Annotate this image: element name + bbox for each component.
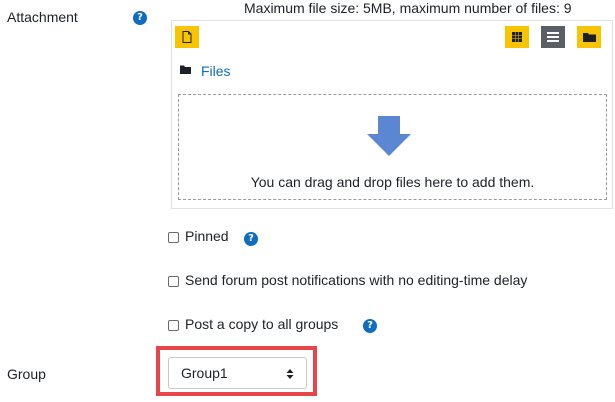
post-copy-checkbox[interactable]: [168, 320, 179, 331]
view-list-button[interactable]: [541, 26, 565, 48]
grid-icon: [512, 32, 522, 42]
attachment-help-icon[interactable]: ?: [133, 11, 147, 25]
select-arrows-icon: [286, 369, 294, 379]
dropzone-text: You can drag and drop files here to add …: [250, 174, 535, 190]
view-tree-button[interactable]: [577, 26, 601, 48]
post-copy-label: Post a copy to all groups: [185, 316, 339, 332]
folder-icon: [582, 33, 596, 42]
view-icons-button[interactable]: [505, 26, 529, 48]
folder-path-icon: [180, 65, 191, 74]
group-selected-value: Group1: [181, 365, 228, 381]
group-select[interactable]: Group1: [168, 357, 307, 389]
pinned-label: Pinned: [185, 228, 229, 244]
post-copy-help-icon[interactable]: ?: [363, 319, 377, 333]
files-path-link[interactable]: Files: [201, 63, 231, 79]
group-label: Group: [7, 366, 46, 382]
download-arrow-icon: [367, 116, 411, 156]
pinned-checkbox[interactable]: [168, 232, 179, 243]
attachment-label: Attachment: [7, 9, 78, 25]
list-icon: [547, 32, 559, 42]
add-file-button[interactable]: [175, 26, 199, 48]
pinned-help-icon[interactable]: ?: [244, 232, 258, 246]
send-notifications-checkbox[interactable]: [168, 276, 179, 287]
max-file-info: Maximum file size: 5MB, maximum number o…: [244, 0, 572, 16]
send-notifications-label: Send forum post notifications with no ed…: [185, 272, 528, 288]
file-icon: [182, 31, 192, 43]
